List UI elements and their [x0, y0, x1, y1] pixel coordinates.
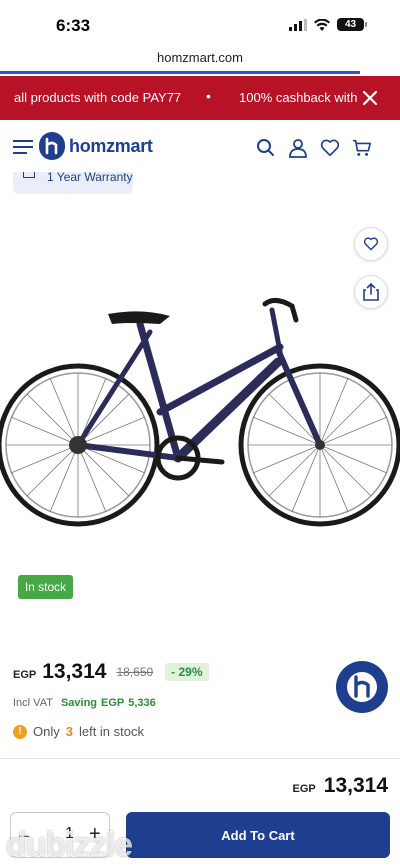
status-time: 6:33 — [56, 16, 91, 35]
vat-row: Incl VAT Saving EGP 5,336 — [13, 697, 156, 709]
warning-icon: ! — [13, 724, 27, 739]
add-to-cart-button[interactable]: Add To Cart — [126, 812, 390, 858]
price-value: 13,314 — [42, 660, 107, 683]
stock-badge: In stock — [18, 575, 73, 599]
price-row: EGP 13,314 18,650 - 29% — [13, 660, 209, 684]
price-currency: EGP — [13, 668, 37, 681]
stock-warning-suffix: left in stock — [78, 724, 144, 739]
page-load-progress — [0, 71, 360, 74]
saddle — [108, 311, 170, 324]
promo-banner: all products with code PAY77 • 100% cash… — [0, 76, 400, 120]
site-header: homzmart — [0, 120, 400, 172]
discount-badge: - 29% — [165, 663, 209, 681]
cart-icon[interactable] — [352, 138, 372, 158]
warranty-icon — [23, 172, 35, 178]
logo-icon — [39, 132, 65, 160]
logo[interactable]: homzmart — [39, 132, 153, 160]
divider — [0, 758, 400, 759]
saving-currency: EGP — [101, 697, 125, 709]
promo-separator: • — [206, 88, 211, 104]
promo-text: all products with code PAY77 — [14, 90, 182, 105]
old-price: 18,650 — [116, 665, 154, 679]
sticky-price-value: 13,314 — [323, 774, 388, 797]
url-bar[interactable]: homzmart.com — [0, 50, 400, 72]
logo-text: homzmart — [69, 135, 153, 156]
status-bar: 6:33 43 — [0, 0, 400, 50]
wishlist-button[interactable] — [354, 227, 388, 261]
sticky-price: EGP 13,314 — [293, 774, 388, 798]
heart-icon — [363, 237, 379, 251]
status-icons: 43 — [289, 18, 367, 31]
chat-button[interactable] — [336, 661, 388, 713]
search-icon[interactable] — [256, 138, 276, 158]
saving-label: Saving — [60, 697, 98, 709]
header-actions — [256, 138, 372, 158]
menu-icon[interactable] — [13, 140, 33, 154]
warranty-text: 1 Year Warranty — [47, 172, 133, 184]
battery-icon: 43 — [337, 18, 367, 31]
signal-icon — [289, 18, 307, 31]
heart-icon[interactable] — [320, 138, 340, 158]
promo-text-2: 100% cashback with — [239, 90, 358, 105]
product-image[interactable] — [0, 292, 400, 532]
saving-value: 5,336 — [128, 697, 156, 709]
close-icon[interactable] — [362, 90, 378, 106]
vat-label: Incl VAT — [13, 697, 53, 709]
warranty-chip: 1 Year Warranty — [13, 172, 133, 194]
stock-count: 3 — [65, 724, 73, 739]
dubizzle-watermark: dubizzle — [6, 826, 133, 864]
user-icon[interactable] — [288, 138, 308, 158]
stock-warning: ! Only 3 left in stock — [13, 724, 144, 739]
wifi-icon — [314, 18, 330, 31]
logo-icon — [347, 672, 377, 702]
bike-frame — [75, 307, 323, 463]
stock-warning-prefix: Only — [33, 724, 60, 739]
sticky-currency: EGP — [292, 783, 316, 795]
